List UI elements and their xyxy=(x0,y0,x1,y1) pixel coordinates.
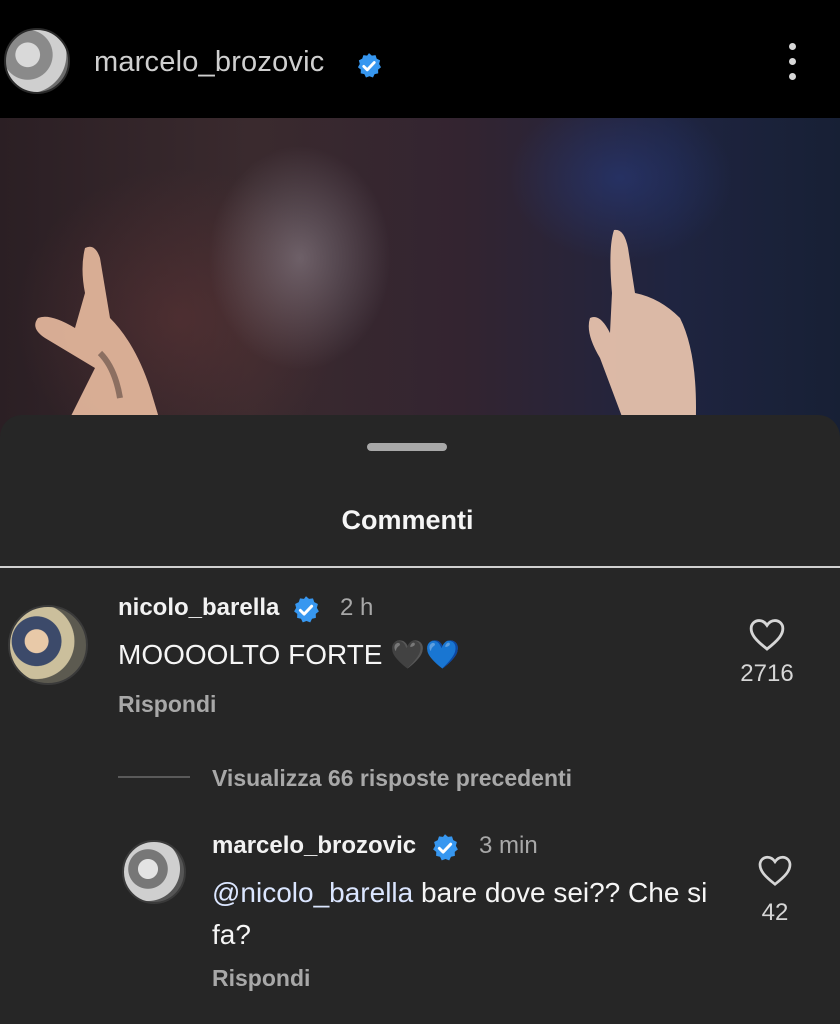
sheet-title: Commenti xyxy=(341,505,474,535)
post-photo[interactable] xyxy=(0,118,840,438)
verified-badge-icon xyxy=(430,833,460,868)
profile-avatar[interactable] xyxy=(4,28,70,94)
reply-button[interactable]: Rispondi xyxy=(212,965,310,992)
heart-icon[interactable] xyxy=(757,853,793,892)
view-previous-replies[interactable]: Visualizza 66 risposte precedenti xyxy=(212,765,572,792)
comment-username[interactable]: nicolo_barella xyxy=(118,594,279,622)
reply-username[interactable]: marcelo_brozovic xyxy=(212,832,416,860)
post-header: marcelo_brozovic xyxy=(0,0,840,118)
verified-badge-icon xyxy=(355,52,383,85)
heart-icon[interactable] xyxy=(748,616,786,657)
like-count: 42 xyxy=(761,899,789,926)
comment-text: MOOOOLTO FORTE 🖤💙 xyxy=(118,639,460,670)
reply-avatar[interactable] xyxy=(122,840,186,904)
comment-time: 2 h xyxy=(340,594,374,621)
reply-button[interactable]: Rispondi xyxy=(118,691,216,718)
reply-text: @nicolo_barella bare dove sei?? Che si f… xyxy=(212,872,712,956)
verified-badge-icon xyxy=(291,595,321,630)
post-username[interactable]: marcelo_brozovic xyxy=(94,46,324,79)
like-count: 2716 xyxy=(740,660,794,687)
drag-handle[interactable] xyxy=(367,443,447,451)
comment-avatar[interactable] xyxy=(8,605,88,685)
replies-line xyxy=(118,776,190,778)
more-options-icon[interactable] xyxy=(780,40,806,84)
reply-mention[interactable]: @nicolo_barella xyxy=(212,877,413,908)
reply-time: 3 min xyxy=(479,832,538,859)
comments-sheet: Commenti nicolo_barella 2 h MOOOOLTO FOR… xyxy=(0,415,840,1024)
divider xyxy=(0,566,840,568)
